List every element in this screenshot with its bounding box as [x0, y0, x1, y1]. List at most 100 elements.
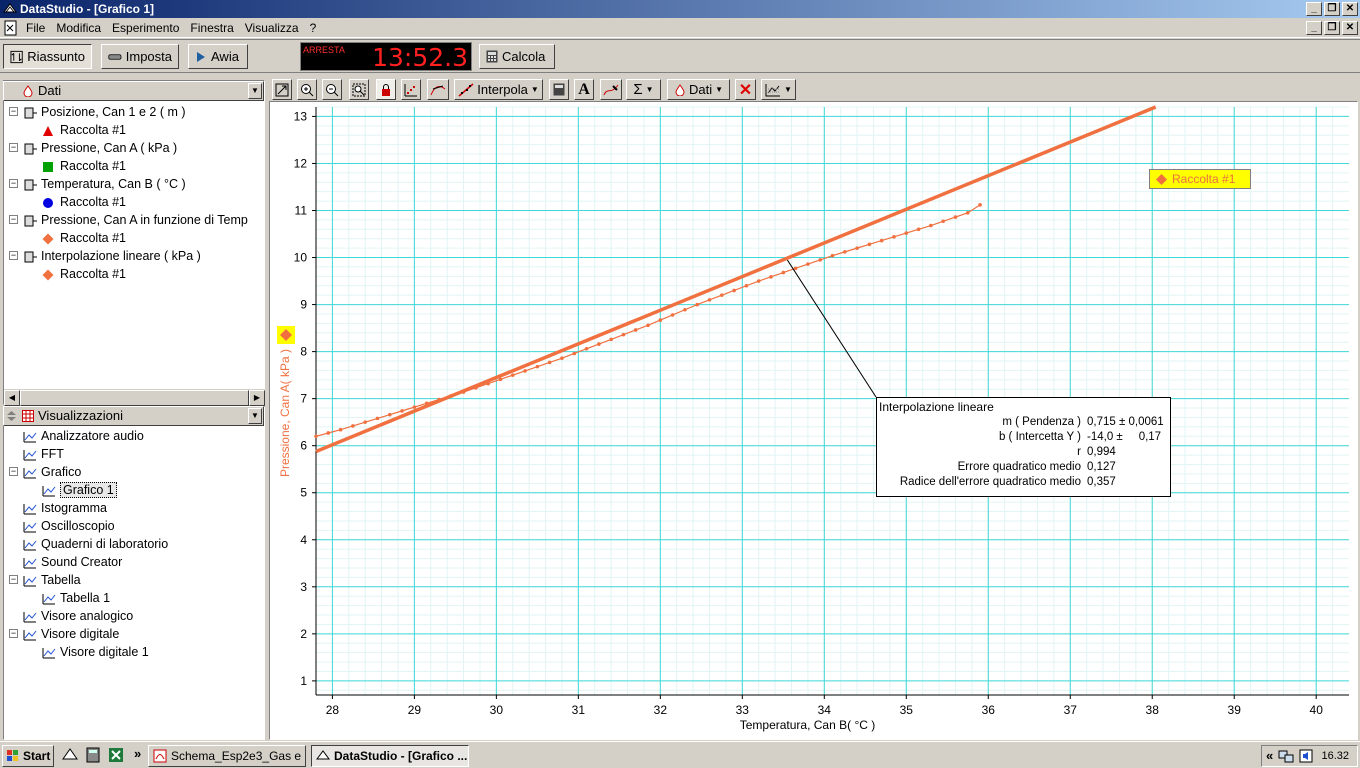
- data-item-3[interactable]: Pressione, Can A in funzione di Temp: [22, 211, 248, 229]
- lock-button[interactable]: [376, 79, 396, 100]
- views-panel-header[interactable]: Visualizzazioni ▼: [3, 406, 264, 426]
- chart-svg[interactable]: 28 29 30 31 32 33 34 35 36 37 38 39 4012345678910111…: [270, 102, 1357, 739]
- fit-result-box[interactable]: Interpolazione lineare m ( Pendenza ) 0,7…: [876, 397, 1171, 497]
- data-panel-scrollbar[interactable]: ◀ ▶: [4, 389, 265, 406]
- data-point: [400, 409, 404, 413]
- start-button[interactable]: Start: [2, 745, 54, 767]
- data-dropdown[interactable]: Dati ▼: [667, 79, 730, 100]
- menu-item-help[interactable]: ?: [310, 21, 317, 35]
- x-tick-label: 39: [1228, 703, 1242, 717]
- calculator-icon: [553, 83, 565, 96]
- collapse-toggle[interactable]: −: [9, 215, 18, 224]
- scale-to-fit-button[interactable]: [272, 79, 292, 100]
- prediction-button[interactable]: [600, 79, 622, 100]
- data-panel-dropdown[interactable]: ▼: [248, 83, 262, 99]
- calculator-quicklaunch-icon[interactable]: [85, 747, 101, 763]
- view-item-visore-digitale[interactable]: Visore digitale: [22, 625, 119, 643]
- view-item-tabella[interactable]: Tabella: [22, 571, 81, 589]
- tray-chevron[interactable]: «: [1266, 746, 1273, 766]
- data-item-4[interactable]: Interpolazione lineare ( kPa ): [22, 247, 201, 265]
- collapse-toggle[interactable]: −: [9, 107, 18, 116]
- zoom-select-button[interactable]: [349, 79, 369, 100]
- task-datastudio[interactable]: DataStudio - [Grafico ...: [311, 745, 469, 767]
- y-tick-label: 10: [294, 251, 308, 265]
- delete-button[interactable]: ✕: [735, 79, 756, 100]
- views-panel-dropdown[interactable]: ▼: [248, 408, 262, 424]
- datastudio-quicklaunch-icon[interactable]: [62, 747, 78, 763]
- collapse-toggle[interactable]: −: [9, 575, 18, 584]
- excel-quicklaunch-icon[interactable]: [108, 747, 124, 763]
- y-tick-label: 2: [300, 627, 307, 641]
- menu-item-esperimento[interactable]: Esperimento: [112, 21, 179, 35]
- volume-icon[interactable]: [1298, 748, 1314, 764]
- mdi-restore-button[interactable]: ❐: [1324, 21, 1340, 35]
- restore-button[interactable]: ❐: [1324, 2, 1340, 16]
- fit-dropdown[interactable]: Interpola ▼: [454, 79, 543, 100]
- view-item-label: FFT: [41, 447, 64, 461]
- view-item-visore-digitale-1[interactable]: Visore digitale 1: [41, 643, 149, 661]
- data-panel-header[interactable]: Dati ▼: [3, 81, 264, 101]
- minimize-button[interactable]: _: [1306, 2, 1322, 16]
- slope-tool-button[interactable]: [427, 79, 449, 100]
- view-item-visore-analogico[interactable]: Visore analogico: [22, 607, 133, 625]
- collapse-toggle[interactable]: −: [9, 143, 18, 152]
- menu-item-file[interactable]: File: [26, 21, 45, 35]
- mdi-close-button[interactable]: ✕: [1342, 21, 1358, 35]
- scroll-left-button[interactable]: ◀: [4, 390, 20, 406]
- view-item-fft[interactable]: FFT: [22, 445, 64, 463]
- network-icon[interactable]: [1278, 748, 1294, 764]
- statistics-dropdown[interactable]: Σ ▼: [626, 79, 661, 100]
- x-tick-label: 40: [1310, 703, 1324, 717]
- view-item-analizzatore-audio[interactable]: Analizzatore audio: [22, 427, 144, 445]
- quicklaunch-chevron[interactable]: »: [134, 746, 141, 761]
- summary-button[interactable]: Riassunto: [3, 44, 92, 69]
- y-axis-data-marker[interactable]: [277, 326, 295, 344]
- document-icon[interactable]: [4, 20, 18, 36]
- data-point: [941, 219, 945, 224]
- menu-item-modifica[interactable]: Modifica: [56, 21, 101, 35]
- annotation-button[interactable]: A: [574, 79, 594, 100]
- data-run-item[interactable]: Raccolta #1: [42, 265, 126, 283]
- data-points-icon: [404, 83, 417, 96]
- view-item-tabella-1[interactable]: Tabella 1: [41, 589, 110, 607]
- view-item-grafico-1[interactable]: Grafico 1: [41, 481, 117, 499]
- graph-settings-dropdown[interactable]: ▼: [761, 79, 796, 100]
- data-run-item[interactable]: Raccolta #1: [42, 157, 126, 175]
- close-button[interactable]: ✕: [1342, 2, 1358, 16]
- collapse-toggle[interactable]: −: [9, 467, 18, 476]
- zoom-out-button[interactable]: [322, 79, 342, 100]
- menu-item-finestra[interactable]: Finestra: [190, 21, 233, 35]
- x-tick-label: 30: [490, 703, 504, 717]
- x-tick-label: 36: [982, 703, 996, 717]
- data-run-item[interactable]: Raccolta #1: [42, 229, 126, 247]
- data-item-1[interactable]: Pressione, Can A ( kPa ): [22, 139, 177, 157]
- data-points-button[interactable]: [401, 79, 421, 100]
- legend[interactable]: Raccolta #1: [1149, 169, 1251, 189]
- chevron-down-icon: ▼: [715, 85, 724, 94]
- collapse-toggle[interactable]: −: [9, 251, 18, 260]
- view-item-grafico[interactable]: Grafico: [22, 463, 81, 481]
- task-pdf[interactable]: Schema_Esp2e3_Gas e ...: [148, 745, 306, 767]
- data-item-0[interactable]: Posizione, Can 1 e 2 ( m ): [22, 103, 186, 121]
- calculator-button[interactable]: [549, 79, 569, 100]
- collapse-toggle[interactable]: −: [9, 179, 18, 188]
- collapse-toggle[interactable]: −: [9, 629, 18, 638]
- data-run-item[interactable]: Raccolta #1: [42, 121, 126, 139]
- view-item-quaderni-di-laboratorio[interactable]: Quaderni di laboratorio: [22, 535, 168, 553]
- chevron-down-icon: ▼: [784, 85, 792, 94]
- graph-area[interactable]: 28 29 30 31 32 33 34 35 36 37 38 39 40 1 2 3 4 5 6 7 8 9 10 11 1…: [269, 101, 1358, 740]
- view-item-sound-creator[interactable]: Sound Creator: [22, 553, 122, 571]
- setup-button[interactable]: Imposta: [101, 44, 179, 69]
- view-item-oscilloscopio[interactable]: Oscilloscopio: [22, 517, 115, 535]
- start-button[interactable]: Awia: [188, 44, 248, 69]
- x-tick-label: 28: [326, 703, 340, 717]
- menu-item-visualizza[interactable]: Visualizza: [245, 21, 299, 35]
- mdi-minimize-button[interactable]: _: [1306, 21, 1322, 35]
- scroll-right-button[interactable]: ▶: [249, 390, 265, 406]
- data-item-2[interactable]: Temperatura, Can B ( °C ): [22, 175, 186, 193]
- zoom-in-button[interactable]: [297, 79, 317, 100]
- calculate-button[interactable]: Calcola: [479, 44, 555, 69]
- view-item-istogramma[interactable]: Istogramma: [22, 499, 107, 517]
- scroll-thumb[interactable]: [20, 390, 249, 406]
- data-run-item[interactable]: Raccolta #1: [42, 193, 126, 211]
